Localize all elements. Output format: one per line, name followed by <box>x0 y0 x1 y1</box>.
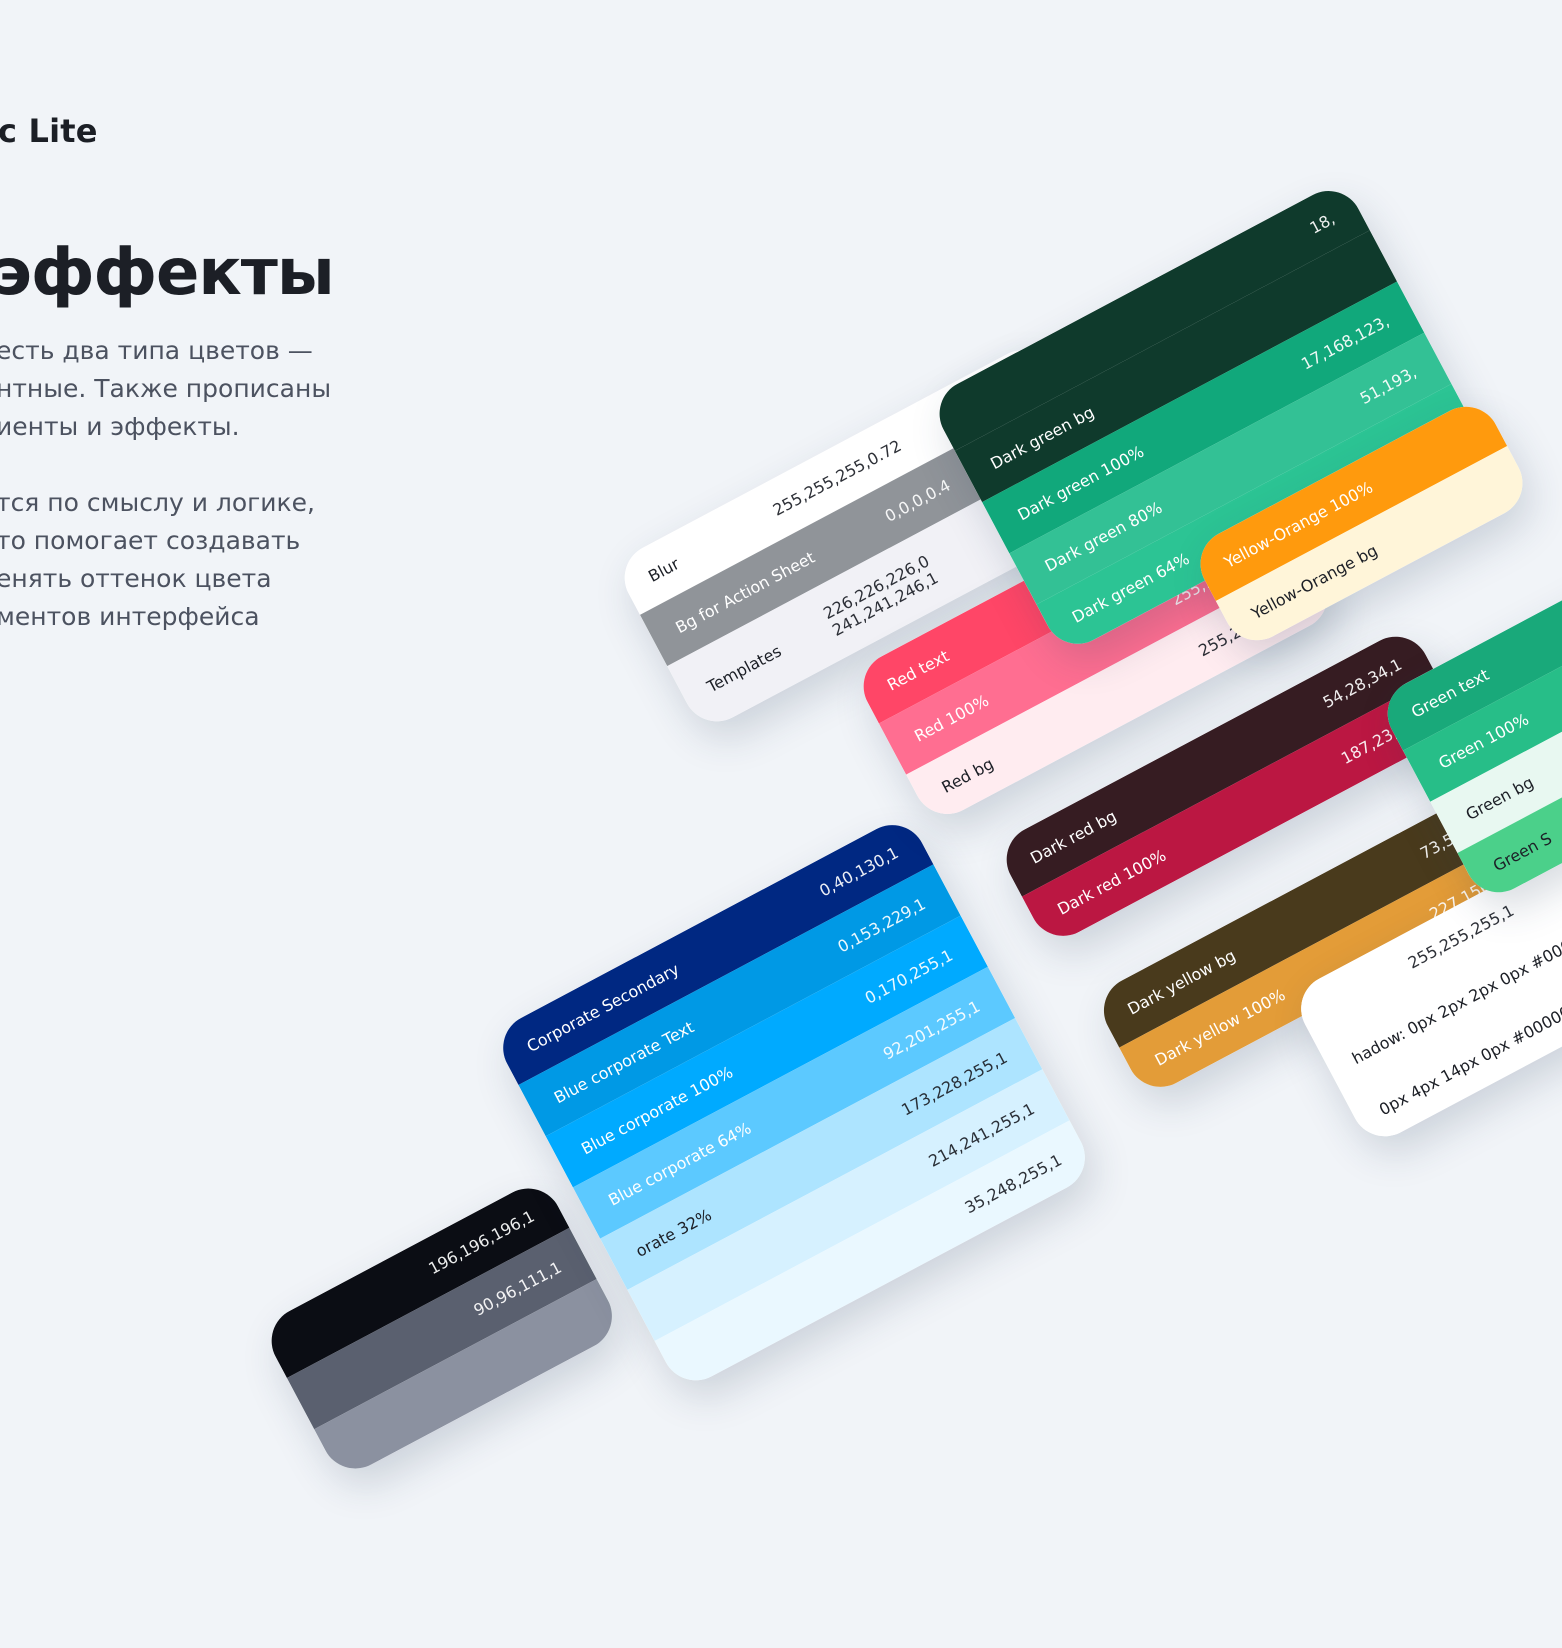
palette-board: 196,196,196,1 90,96,111,1 Corporate Secon… <box>0 0 1562 1481</box>
color-card-gray: 196,196,196,1 90,96,111,1 <box>259 1176 624 1481</box>
color-name: Blur <box>644 553 683 586</box>
color-name: Green S <box>1489 828 1555 875</box>
color-value: 0,0,0,0.4 <box>881 475 954 526</box>
color-name: Red bg <box>938 753 997 797</box>
color-value: 18, <box>1306 208 1338 238</box>
color-value: 51,193, <box>1356 362 1420 408</box>
color-name: Red text <box>883 645 952 695</box>
color-name: Templates <box>703 640 785 696</box>
brand-title: c Lite <box>0 112 98 150</box>
